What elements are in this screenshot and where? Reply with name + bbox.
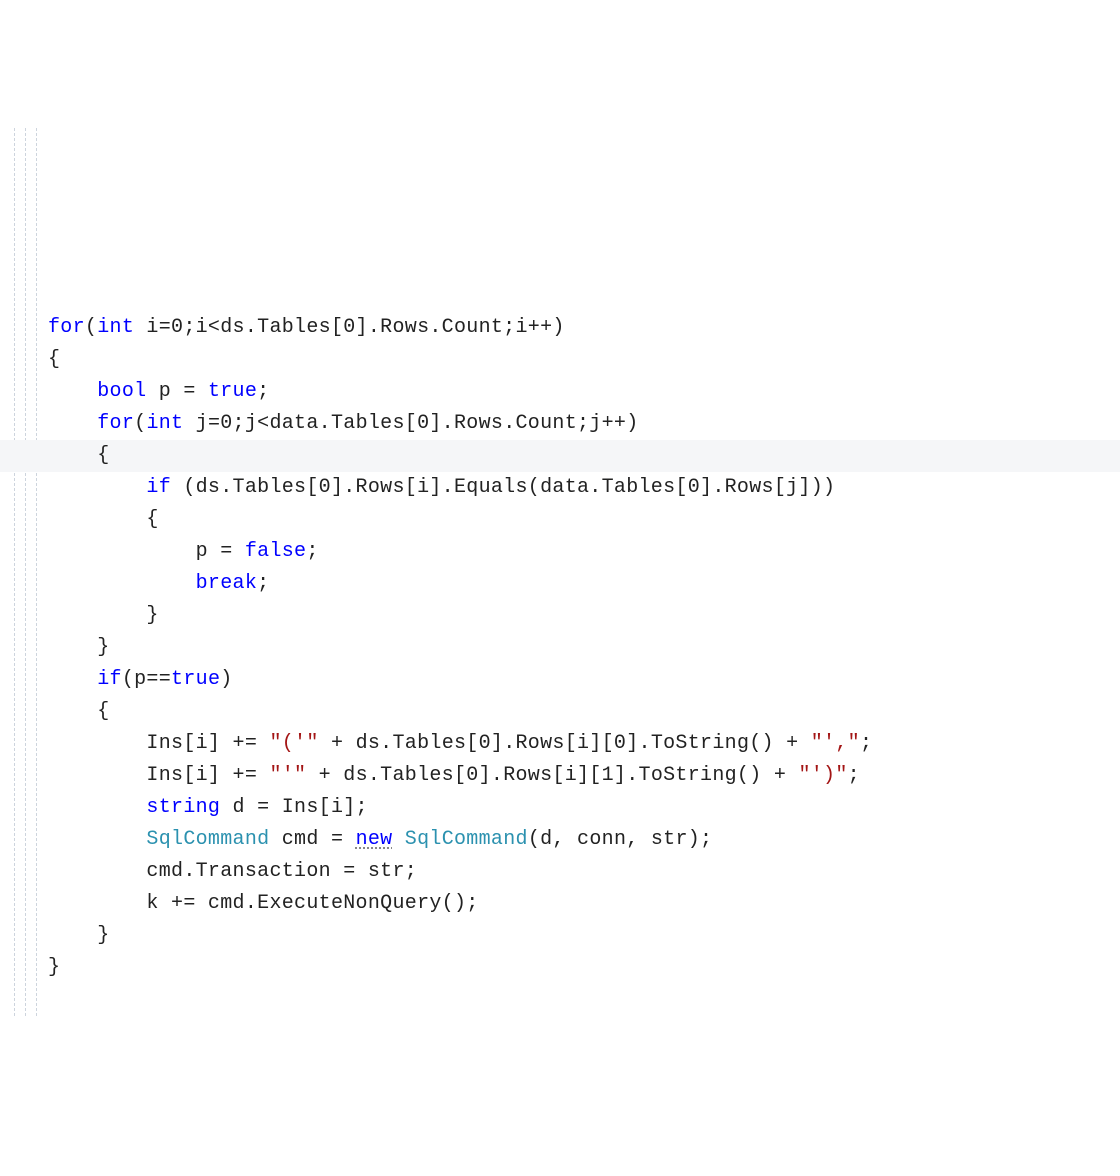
code-token: int <box>146 412 183 435</box>
code-line[interactable]: Ins[i] += "'" + ds.Tables[0].Rows[i][1].… <box>0 760 1120 792</box>
code-token: "'," <box>811 732 860 755</box>
code-line[interactable]: } <box>0 952 1120 984</box>
code-token: } <box>48 956 60 979</box>
code-line[interactable]: for(int j=0;j<data.Tables[0].Rows.Count;… <box>0 408 1120 440</box>
code-token: SqlCommand <box>146 828 269 851</box>
code-token: ; <box>257 380 269 403</box>
code-token: if <box>146 476 171 499</box>
code-line[interactable]: break; <box>0 568 1120 600</box>
code-line[interactable]: { <box>0 696 1120 728</box>
code-line[interactable]: bool p = true; <box>0 376 1120 408</box>
code-token: false <box>245 540 307 563</box>
code-line[interactable]: if(p==true) <box>0 664 1120 696</box>
code-token: cmd.Transaction = str; <box>146 860 417 883</box>
code-line[interactable]: for(int i=0;i<ds.Tables[0].Rows.Count;i+… <box>0 312 1120 344</box>
code-line[interactable]: } <box>0 600 1120 632</box>
code-token: bool <box>97 380 146 403</box>
code-token: + ds.Tables[0].Rows[i][0].ToString() + <box>319 732 811 755</box>
code-token: } <box>97 636 109 659</box>
code-token: { <box>97 444 109 467</box>
code-line[interactable]: if (ds.Tables[0].Rows[i].Equals(data.Tab… <box>0 472 1120 504</box>
code-token: ; <box>860 732 872 755</box>
code-token: Ins[i] += <box>146 764 269 787</box>
code-token: if <box>97 668 122 691</box>
code-token: p = <box>146 380 208 403</box>
code-token: true <box>208 380 257 403</box>
code-token: } <box>97 924 109 947</box>
code-token: SqlCommand <box>405 828 528 851</box>
code-line[interactable]: p = false; <box>0 536 1120 568</box>
code-line[interactable]: SqlCommand cmd = new SqlCommand(d, conn,… <box>0 824 1120 856</box>
code-token: { <box>146 508 158 531</box>
code-token: for <box>48 316 85 339</box>
code-token: j=0;j<data.Tables[0].Rows.Count;j++) <box>183 412 638 435</box>
code-token: break <box>196 572 258 595</box>
code-token: true <box>171 668 220 691</box>
code-token: { <box>97 700 109 723</box>
code-token: d = Ins[i]; <box>220 796 368 819</box>
code-token: for <box>97 412 134 435</box>
code-token: p = <box>196 540 245 563</box>
code-line[interactable]: } <box>0 920 1120 952</box>
code-token: ) <box>220 668 232 691</box>
code-line[interactable]: { <box>0 344 1120 376</box>
code-line[interactable]: Ins[i] += "('" + ds.Tables[0].Rows[i][0]… <box>0 728 1120 760</box>
code-token: "('" <box>269 732 318 755</box>
code-token: ; <box>257 572 269 595</box>
code-token: (d, conn, str); <box>528 828 713 851</box>
code-token: (ds.Tables[0].Rows[i].Equals(data.Tables… <box>171 476 835 499</box>
code-line[interactable]: { <box>0 504 1120 536</box>
code-token: (p== <box>122 668 171 691</box>
code-token: "')" <box>798 764 847 787</box>
code-line[interactable]: k += cmd.ExecuteNonQuery(); <box>0 888 1120 920</box>
code-token: } <box>146 604 158 627</box>
code-token: ; <box>848 764 860 787</box>
code-token: { <box>48 348 60 371</box>
code-line[interactable]: { <box>0 440 1120 472</box>
code-line[interactable]: string d = Ins[i]; <box>0 792 1120 824</box>
code-editor-viewport[interactable]: for(int i=0;i<ds.Tables[0].Rows.Count;i+… <box>0 128 1120 1016</box>
code-token: int <box>97 316 134 339</box>
code-token: "'" <box>269 764 306 787</box>
code-token: cmd = <box>269 828 355 851</box>
code-token: new <box>356 828 393 851</box>
code-token: k += cmd.ExecuteNonQuery(); <box>146 892 478 915</box>
code-token: ( <box>134 412 146 435</box>
code-token: ; <box>306 540 318 563</box>
code-line[interactable]: cmd.Transaction = str; <box>0 856 1120 888</box>
code-token: Ins[i] += <box>146 732 269 755</box>
code-token: i=0;i<ds.Tables[0].Rows.Count;i++) <box>134 316 565 339</box>
code-token: ( <box>85 316 97 339</box>
code-token <box>392 828 404 851</box>
code-line[interactable]: } <box>0 632 1120 664</box>
code-token: string <box>146 796 220 819</box>
code-token: + ds.Tables[0].Rows[i][1].ToString() + <box>306 764 798 787</box>
